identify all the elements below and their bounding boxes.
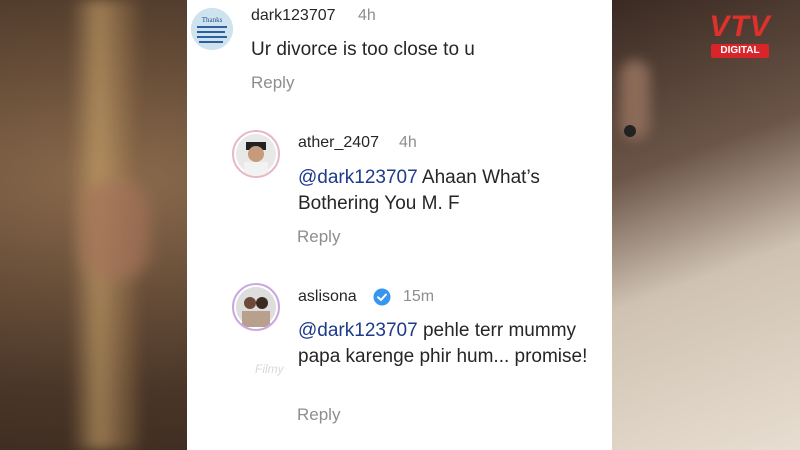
- watermark: Filmy: [255, 362, 284, 376]
- avatar[interactable]: Thanks: [191, 8, 233, 50]
- background-earring: [624, 125, 636, 137]
- comment-username[interactable]: ather_2407: [298, 134, 379, 152]
- avatar[interactable]: [232, 130, 280, 178]
- logo-text: VTV: [709, 10, 771, 43]
- logo-subtext: DIGITAL: [711, 44, 769, 58]
- comment-username[interactable]: dark123707: [251, 7, 336, 25]
- mention-link[interactable]: @dark123707: [298, 320, 418, 341]
- mention-link[interactable]: @dark123707: [298, 167, 418, 188]
- background-hand: [80, 180, 150, 280]
- svg-text:Thanks: Thanks: [202, 16, 223, 24]
- comment-time: 4h: [358, 7, 376, 24]
- comment-text: @dark123707 pehle terr mummy papa kareng…: [298, 318, 610, 370]
- comment-text: @dark123707 Ahaan What’s Bothering You M…: [298, 165, 598, 217]
- comment-time: 4h: [399, 134, 417, 151]
- comment-text: Ur divorce is too close to u: [251, 39, 475, 60]
- reply-button[interactable]: Reply: [297, 405, 340, 425]
- comment-time: 15m: [403, 288, 435, 305]
- verified-badge-icon: [373, 288, 391, 306]
- avatar[interactable]: [232, 283, 280, 331]
- comment-username[interactable]: aslisona: [298, 288, 357, 306]
- vtv-digital-logo: VTV DIGITAL: [695, 10, 785, 58]
- comments-panel: Thanks dark123707 4h Ur divorce is too c…: [187, 0, 612, 450]
- reply-button[interactable]: Reply: [297, 227, 340, 247]
- reply-button[interactable]: Reply: [251, 73, 294, 93]
